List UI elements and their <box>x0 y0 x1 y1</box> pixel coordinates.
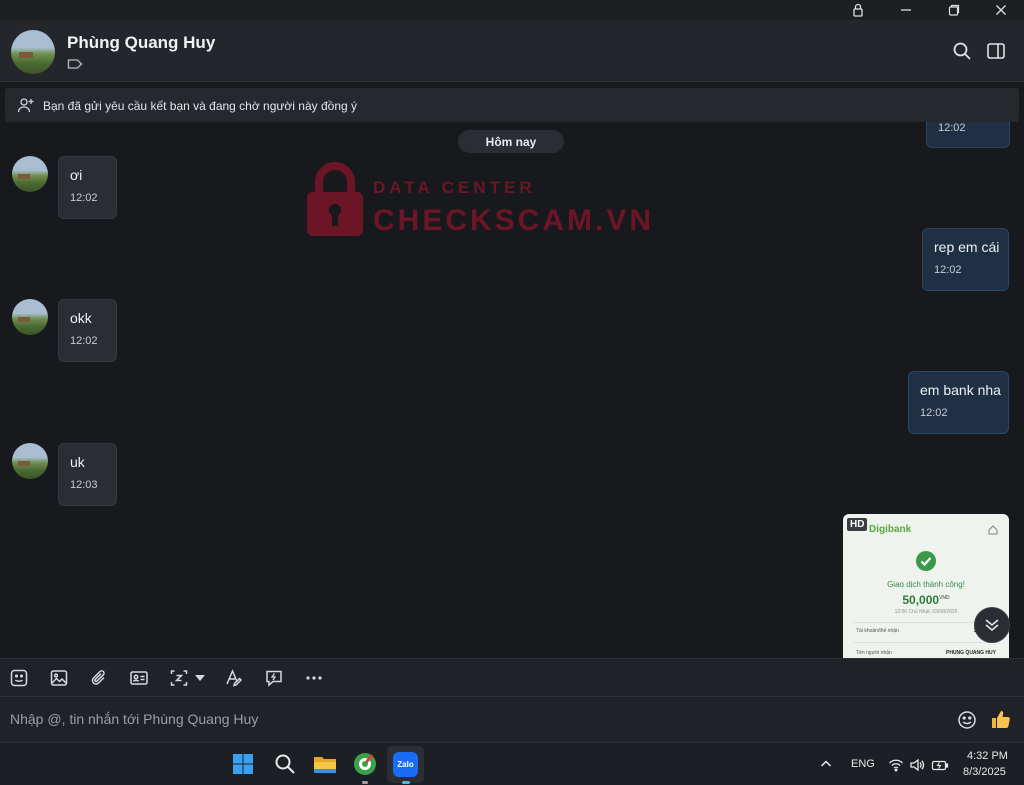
message-text: okk <box>70 310 92 326</box>
battery-icon[interactable] <box>931 757 949 773</box>
receipt-amount: 50,000VND <box>902 593 950 607</box>
message-bubble-in[interactable]: okk 12:02 <box>58 299 117 362</box>
sticker-button[interactable] <box>9 668 29 688</box>
sender-avatar[interactable] <box>12 156 48 192</box>
sidebar-toggle-icon[interactable] <box>985 40 1007 62</box>
message-text: ơi <box>70 167 83 183</box>
watermark-line1: DATA CENTER <box>373 178 536 197</box>
tag-icon[interactable] <box>67 58 83 70</box>
contact-avatar[interactable] <box>11 30 55 74</box>
send-image-button[interactable] <box>49 668 69 688</box>
paperclip-icon <box>91 670 105 685</box>
message-composer <box>0 696 1024 742</box>
home-icon <box>988 525 998 535</box>
windows-start-icon[interactable] <box>232 753 254 775</box>
add-friend-icon <box>17 98 34 113</box>
message-text: rep em cái <box>934 239 1000 255</box>
thumbs-up-icon[interactable] <box>989 708 1011 730</box>
success-check-icon <box>916 551 936 571</box>
friend-request-notice: Bạn đã gửi yêu cầu kết bạn và đang chờ n… <box>5 88 1019 122</box>
watermark-line2: CHECKSCAM.VN <box>373 204 655 237</box>
sender-avatar[interactable] <box>12 299 48 335</box>
clock-time[interactable]: 4:32 PM <box>967 750 1008 762</box>
message-time: 12:02 <box>70 335 98 347</box>
contact-card-icon <box>130 671 148 685</box>
windows-taskbar: Zalo ENG 4:32 PM 8/3/2025 <box>0 742 1024 785</box>
file-explorer-icon[interactable] <box>313 754 337 775</box>
message-time: 12:03 <box>70 479 98 491</box>
attach-file-button[interactable] <box>89 668 109 688</box>
message-time: 12:02 <box>920 407 948 419</box>
composer-toolbar <box>0 658 1024 696</box>
message-input[interactable] <box>10 709 910 729</box>
watermark-lock-icon <box>307 162 363 236</box>
chat-header: Phùng Quang Huy <box>0 20 1024 82</box>
close-button[interactable] <box>978 0 1024 20</box>
image-icon <box>50 670 68 686</box>
search-icon[interactable] <box>951 40 973 62</box>
lightning-chat-icon <box>266 670 282 687</box>
message-bubble-out[interactable]: 12:02 <box>926 122 1010 148</box>
zalo-icon: Zalo <box>393 752 418 777</box>
zalo-taskbar-button[interactable]: Zalo <box>387 746 424 783</box>
receipt-divider <box>853 642 999 643</box>
speaker-icon[interactable] <box>909 757 925 773</box>
receipt-brand: Digibank <box>869 524 912 535</box>
browser-icon[interactable] <box>353 752 377 776</box>
send-contact-card-button[interactable] <box>129 668 149 688</box>
more-icon <box>306 676 322 680</box>
wifi-icon[interactable] <box>888 757 904 773</box>
contact-name[interactable]: Phùng Quang Huy <box>67 33 215 53</box>
caret-down-icon[interactable] <box>195 674 205 682</box>
receipt-row: Tên người nhận PHUNG QUANG HUY <box>856 650 996 656</box>
message-bubble-in[interactable]: uk 12:03 <box>58 443 117 506</box>
sender-avatar[interactable] <box>12 443 48 479</box>
date-separator: Hôm nay <box>458 130 564 153</box>
hd-badge: HD <box>847 518 868 531</box>
quick-message-button[interactable] <box>264 668 284 688</box>
active-indicator <box>402 781 410 784</box>
message-bubble-in[interactable]: ơi 12:02 <box>58 156 117 219</box>
sticker-icon <box>10 669 28 687</box>
message-text: em bank nha <box>920 382 1001 398</box>
emoji-icon[interactable] <box>957 710 977 730</box>
lock-icon[interactable] <box>835 0 881 20</box>
title-bar <box>0 0 1024 20</box>
search-icon[interactable] <box>274 753 296 775</box>
notice-text: Bạn đã gửi yêu cầu kết bạn và đang chờ n… <box>43 99 358 113</box>
text-format-button[interactable] <box>224 668 244 688</box>
watermark: DATA CENTER CHECKSCAM.VN <box>305 160 651 242</box>
message-time: 12:02 <box>70 192 98 204</box>
language-indicator[interactable]: ENG <box>851 758 875 770</box>
message-time: 12:02 <box>938 122 966 134</box>
more-options-button[interactable] <box>304 668 324 688</box>
minimize-button[interactable] <box>883 0 929 20</box>
zalo-icon-label: Zalo <box>397 760 414 769</box>
screenshot-icon <box>170 670 188 686</box>
message-bubble-out[interactable]: em bank nha 12:02 <box>908 371 1009 434</box>
message-time: 12:02 <box>934 264 962 276</box>
message-list[interactable]: 12:02 Hôm nay DATA CENTER CHECKSCAM.VN ơ… <box>0 122 1024 658</box>
screenshot-button[interactable] <box>169 668 209 688</box>
restore-button[interactable] <box>931 0 977 20</box>
message-bubble-out[interactable]: rep em cái 12:02 <box>922 228 1009 291</box>
zalo-window: Phùng Quang Huy Bạn đã gửi yêu cầu kết b… <box>0 0 1024 785</box>
chevron-up-icon[interactable] <box>819 757 833 771</box>
text-format-icon <box>226 669 243 687</box>
receipt-status: Giao dịch thành công! <box>887 580 965 589</box>
message-text: uk <box>70 454 85 470</box>
clock-date[interactable]: 8/3/2025 <box>963 766 1006 778</box>
double-chevron-down-icon <box>985 619 999 632</box>
scroll-to-bottom-button[interactable] <box>974 607 1010 643</box>
running-indicator <box>362 781 368 784</box>
